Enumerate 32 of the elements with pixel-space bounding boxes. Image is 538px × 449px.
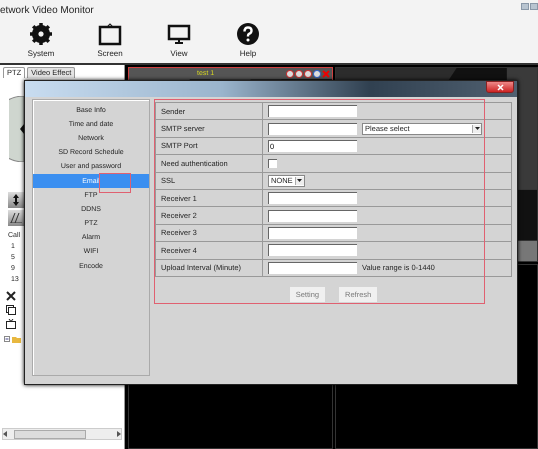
toolbar-button[interactable]: System: [16, 20, 66, 63]
up-down-arrow-icon: [13, 194, 19, 206]
input-field[interactable]: [268, 226, 357, 239]
frame-icon: [98, 23, 122, 46]
toolbar-button[interactable]: Screen: [85, 20, 135, 63]
input-field[interactable]: [268, 210, 357, 222]
caret-icon: [297, 179, 302, 182]
tv-icon[interactable]: [6, 319, 16, 329]
help-icon: [237, 23, 259, 45]
input-field[interactable]: [268, 262, 357, 274]
tilt-button[interactable]: [8, 192, 24, 208]
input-field[interactable]: [268, 192, 357, 204]
checkbox[interactable]: [268, 158, 277, 168]
window-title: etwork Video Monitor: [0, 4, 94, 16]
input-field[interactable]: [268, 122, 357, 135]
close-button[interactable]: [486, 81, 514, 93]
close-icon: [496, 84, 504, 90]
monitor-icon: [168, 24, 190, 44]
left-arrow-icon[interactable]: [3, 431, 8, 437]
zoom-button[interactable]: [8, 210, 24, 226]
input-field[interactable]: [268, 244, 357, 256]
folder-icon[interactable]: [4, 335, 22, 343]
scrollbar[interactable]: [2, 428, 122, 440]
caret-icon: [474, 127, 480, 130]
toolbar-button[interactable]: Help: [223, 20, 273, 63]
right-arrow-icon[interactable]: [116, 431, 121, 437]
windows-icon[interactable]: [6, 305, 16, 315]
gear-icon: [30, 23, 52, 45]
toolbar-button[interactable]: View: [154, 20, 204, 63]
highlight-frame: [99, 173, 131, 193]
lines-icon: [10, 213, 22, 223]
input-field[interactable]: [268, 105, 357, 118]
